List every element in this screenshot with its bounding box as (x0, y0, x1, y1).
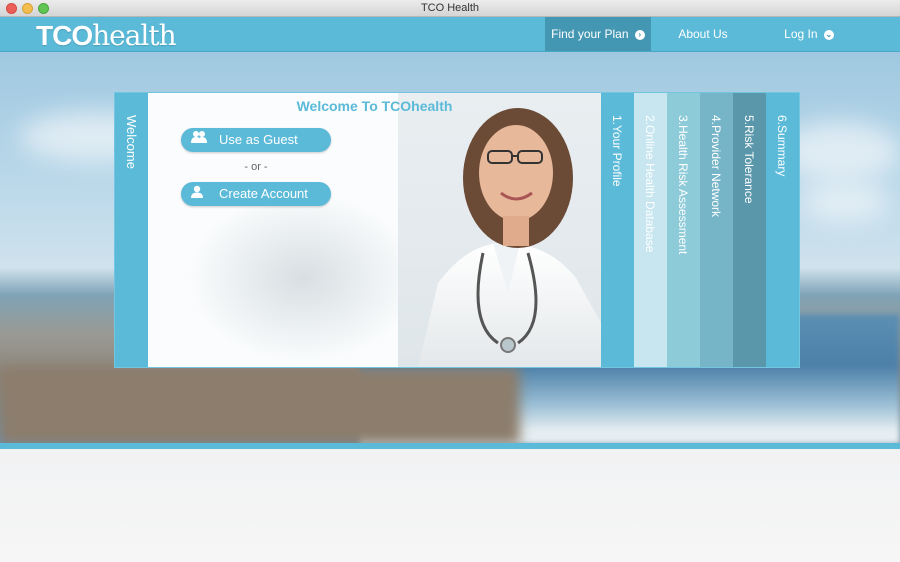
welcome-tab[interactable]: Welcome (115, 93, 148, 367)
step-label: 4.Provider Network (709, 115, 723, 218)
logo-tco: TCO (36, 20, 93, 51)
create-account-label: Create Account (219, 186, 308, 201)
nav-find-your-plan[interactable]: Find your Plan › (545, 17, 651, 51)
step-risk-tolerance[interactable]: 5.Risk Tolerance (733, 93, 766, 367)
site-header: TCOhealth Find your Plan › About Us Log … (0, 17, 900, 52)
user-icon (191, 182, 203, 206)
window-titlebar: TCO Health (0, 0, 900, 17)
nav-log-in[interactable]: Log In ⌄ (755, 17, 863, 51)
nav-find-label: Find your Plan (551, 27, 629, 41)
step-label: 5.Risk Tolerance (742, 115, 756, 204)
doctor-illustration (418, 108, 601, 367)
welcome-tab-label: Welcome (124, 115, 139, 169)
window-controls (6, 3, 49, 14)
step-label: 3.Health Risk Assessment (676, 115, 690, 255)
step-health-risk-assessment[interactable]: 3.Health Risk Assessment (667, 93, 700, 367)
welcome-card: Welcome To TCOhealth Use as Guest - or -… (148, 93, 601, 367)
users-icon (191, 128, 207, 152)
use-as-guest-label: Use as Guest (219, 132, 298, 147)
window-title: TCO Health (420, 2, 480, 14)
welcome-panel: Welcome Welcome To TCOhealth Use as Gues… (114, 92, 800, 368)
use-as-guest-button[interactable]: Use as Guest (181, 128, 331, 152)
step-label: 6.Summary (775, 115, 789, 177)
welcome-title: Welcome To TCOhealth (296, 98, 453, 114)
nav-about-us[interactable]: About Us (651, 17, 755, 51)
step-your-profile[interactable]: 1.Your Profile (601, 93, 634, 367)
logo[interactable]: TCOhealth (36, 19, 177, 52)
beach-shape (0, 367, 520, 444)
logo-health: health (92, 19, 177, 52)
cloud-shape (800, 182, 890, 222)
create-account-button[interactable]: Create Account (181, 182, 331, 206)
background-blur (188, 193, 418, 363)
close-window-button[interactable] (6, 3, 17, 14)
step-label: 2.Online Health Database (643, 115, 657, 253)
step-label: 1.Your Profile (610, 115, 624, 187)
chevron-down-circle-icon: ⌄ (823, 29, 834, 40)
page-footer-area (0, 449, 900, 562)
zoom-window-button[interactable] (38, 3, 49, 14)
nav-about-label: About Us (678, 27, 728, 41)
minimize-window-button[interactable] (22, 3, 33, 14)
step-online-health-database[interactable]: 2.Online Health Database (634, 93, 667, 367)
step-summary[interactable]: 6.Summary (766, 93, 799, 367)
or-separator: - or - (244, 161, 268, 173)
chevron-right-circle-icon: › (634, 29, 645, 40)
doctor-photo (398, 93, 601, 367)
step-provider-network[interactable]: 4.Provider Network (700, 93, 733, 367)
nav-login-label: Log In (784, 27, 818, 41)
